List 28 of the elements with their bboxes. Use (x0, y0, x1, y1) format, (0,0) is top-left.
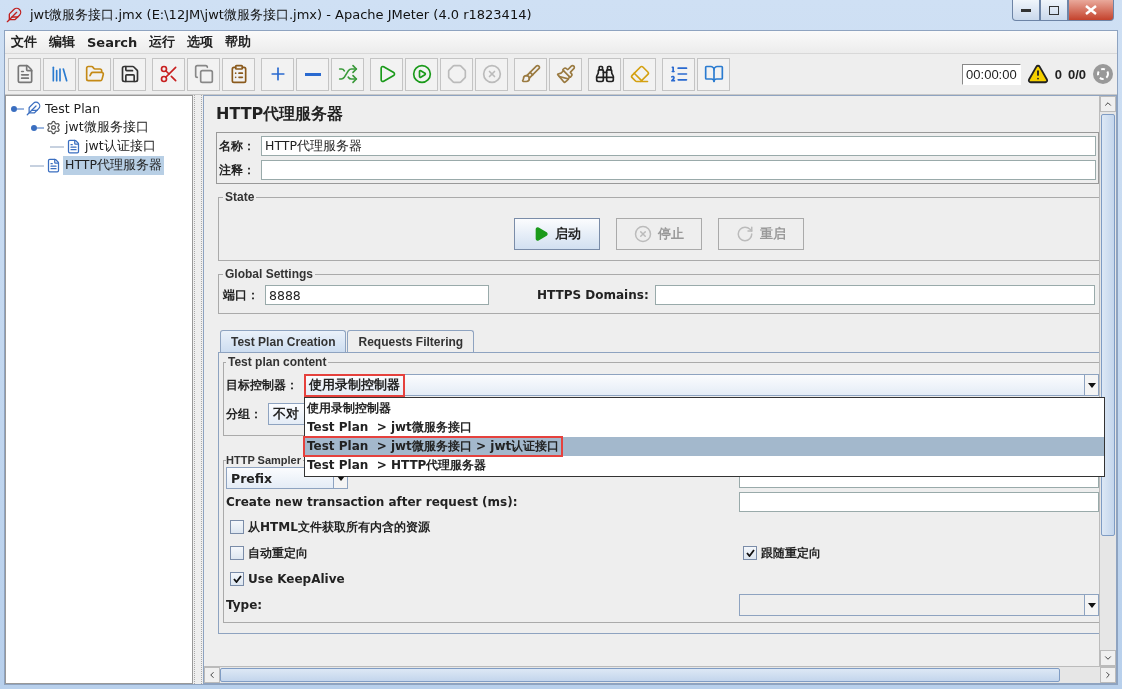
target-controller-label: 目标控制器： (226, 376, 298, 394)
group-value: 不对 (272, 405, 300, 423)
window-title: jwt微服务接口.jmx (E:\12JM\jwt微服务接口.jmx) - Apache JMeter (4.0 r1823414) (30, 6, 533, 24)
checkbox-label: 跟随重定向 (761, 544, 821, 562)
option-text: Test Plan > jwt微服务接口 > jwt认证接口 (305, 438, 562, 455)
checkbox-label: 自动重定向 (248, 544, 308, 562)
https-domains-label: HTTPS Domains: (537, 288, 649, 302)
selected-value: 使用录制控制器 (307, 376, 402, 394)
name-label: 名称： (219, 137, 255, 155)
section-title: HTTP Sampler (226, 454, 302, 466)
panel-title: HTTP代理服务器 (216, 104, 345, 125)
warning-count: 0 (1054, 66, 1062, 82)
section-title: Global Settings (224, 267, 314, 281)
type-label: Type: (226, 598, 264, 612)
transaction-label: Create new transaction after request (ms): (226, 495, 519, 509)
option-text: Test Plan > HTTP代理服务器 (306, 457, 488, 474)
option-text: 使用录制控制器 (306, 400, 392, 417)
comment-label: 注释： (219, 161, 255, 179)
thread-count: 0/0 (1067, 66, 1086, 82)
section-title: State (224, 190, 256, 204)
checkbox-label: 从HTML文件获取所有内含的资源 (248, 518, 430, 536)
option-text: Test Plan > jwt微服务接口 (306, 419, 473, 436)
prefix-value: Prefix (230, 470, 274, 486)
port-label: 端口： (223, 286, 259, 304)
group-label: 分组： (226, 405, 262, 423)
checkbox-label: Use KeepAlive (248, 572, 345, 586)
section-title: Test plan content (227, 355, 328, 369)
elapsed-time: 00:00:00 (962, 63, 1021, 85)
